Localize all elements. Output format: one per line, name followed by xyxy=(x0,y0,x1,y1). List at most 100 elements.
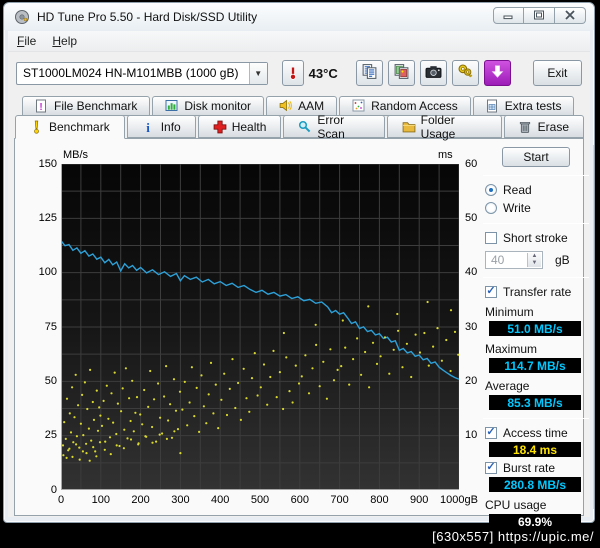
copy-image-button[interactable] xyxy=(387,60,415,86)
left-axis-tick: 150 xyxy=(38,157,57,170)
tab-row-primary: Benchmark i Info Health Error Scan Folder Usa… xyxy=(15,112,584,141)
right-axis-tick: 60 xyxy=(465,157,478,170)
burst-rate-label: Burst rate xyxy=(503,460,556,475)
short-stroke-size-row: 40 ▲ ▼ gB xyxy=(485,251,589,269)
benchmark-chart xyxy=(61,164,459,490)
tab-extra-tests[interactable]: Extra tests xyxy=(472,96,575,116)
tab-info[interactable]: i Info xyxy=(126,115,196,138)
benchmark-tab-panel: MB/s ms 150 125 100 75 50 25 0 60 50 40 30 20 10 0 100… xyxy=(14,138,594,529)
menu-bar: File Help xyxy=(8,31,590,52)
tab-label: Folder Usage xyxy=(420,112,456,141)
keys-button[interactable] xyxy=(451,60,479,86)
left-axis-tick: 50 xyxy=(44,374,57,387)
keys-icon xyxy=(457,63,474,83)
start-button[interactable]: Start xyxy=(502,147,570,167)
minimum-value: 51.0 MB/s xyxy=(489,321,581,336)
tab-label: Benchmark xyxy=(49,120,110,134)
burst-rate-value: 280.8 MB/s xyxy=(489,477,581,492)
tab-erase[interactable]: Erase xyxy=(503,115,584,138)
maximum-value: 114.7 MB/s xyxy=(489,358,581,373)
separator xyxy=(483,418,589,419)
transfer-rate-checkbox[interactable]: Transfer rate xyxy=(485,284,589,299)
tab-benchmark[interactable]: Benchmark xyxy=(15,115,125,139)
tab-label: Info xyxy=(160,119,181,134)
access-time-label: Access time xyxy=(503,425,568,440)
write-radio[interactable]: Write xyxy=(485,200,589,215)
chevron-down-icon: ▼ xyxy=(248,62,267,84)
x-axis-tick: 100 xyxy=(91,494,110,506)
copy-text-button[interactable] xyxy=(355,60,383,86)
right-axis-tick: 20 xyxy=(465,374,478,387)
copy-text-icon xyxy=(361,63,378,83)
tab-label: Random Access xyxy=(371,99,458,113)
tab-label: File Benchmark xyxy=(54,99,138,113)
checkbox-icon xyxy=(485,461,497,474)
maximize-icon xyxy=(533,7,545,25)
x-axis-tick: 200 xyxy=(131,494,150,506)
minimize-icon xyxy=(503,7,515,25)
short-stroke-label: Short stroke xyxy=(503,230,568,245)
tab-error-scan[interactable]: Error Scan xyxy=(283,112,385,141)
short-stroke-input[interactable]: 40 ▲ ▼ xyxy=(485,251,543,269)
drive-select[interactable]: ST1000LM024 HN-M101MBB (1000 gB) ▼ xyxy=(16,61,268,85)
download-button[interactable] xyxy=(483,60,511,86)
left-axis-tick: 0 xyxy=(50,483,57,496)
tab-label: Health xyxy=(231,119,267,134)
tab-disk-monitor[interactable]: Disk monitor xyxy=(152,96,265,116)
download-icon xyxy=(490,64,505,82)
right-axis-tick: 30 xyxy=(465,320,478,333)
tab-file-benchmark[interactable]: ! File Benchmark xyxy=(22,96,151,116)
app-window: HD Tune Pro 5.50 - Hard Disk/SSD Utility… xyxy=(3,2,595,529)
checkbox-icon xyxy=(485,285,497,298)
page-exclamation-icon: ! xyxy=(35,99,49,113)
tab-folder-usage[interactable]: Folder Usage xyxy=(386,112,502,141)
spinner-buttons[interactable]: ▲ ▼ xyxy=(527,253,541,267)
tab-label: Error Scan xyxy=(317,112,345,141)
titlebar[interactable]: HD Tune Pro 5.50 - Hard Disk/SSD Utility xyxy=(4,3,594,30)
transfer-rate-label: Transfer rate xyxy=(503,284,572,299)
checkbox-icon xyxy=(485,231,497,244)
short-stroke-checkbox[interactable]: Short stroke xyxy=(485,230,589,245)
watermark: [630x557] https://upic.me/ xyxy=(432,529,594,544)
short-stroke-unit: gB xyxy=(555,253,570,267)
toolbar-buttons xyxy=(355,60,511,86)
close-button[interactable] xyxy=(555,7,586,24)
menu-file[interactable]: File xyxy=(17,34,36,48)
cpu-usage-label: CPU usage xyxy=(485,498,547,512)
exit-button[interactable]: Exit xyxy=(532,60,582,86)
average-label: Average xyxy=(485,379,530,393)
short-stroke-value: 40 xyxy=(491,253,505,267)
svg-text:!: ! xyxy=(39,102,42,113)
info-icon: i xyxy=(142,120,156,135)
tab-row-secondary: ! File Benchmark Disk monitor AAM Random Acc… xyxy=(22,96,584,116)
left-axis-tick: 25 xyxy=(44,429,57,442)
app-icon xyxy=(14,9,30,25)
exclamation-icon xyxy=(30,120,44,134)
camera-button[interactable] xyxy=(419,60,447,86)
maximize-button[interactable] xyxy=(524,7,555,24)
thermometer-icon xyxy=(289,67,296,80)
close-icon xyxy=(564,7,576,25)
x-axis-tick: 500 xyxy=(250,494,270,506)
menu-help[interactable]: Help xyxy=(52,34,77,48)
temperature-button[interactable] xyxy=(281,60,304,86)
cross-icon xyxy=(213,120,227,134)
radio-icon xyxy=(485,201,497,214)
burst-rate-checkbox[interactable]: Burst rate xyxy=(485,460,589,475)
access-time-checkbox[interactable]: Access time xyxy=(485,425,589,440)
minimum-label: Minimum xyxy=(485,305,534,319)
tab-health[interactable]: Health xyxy=(197,115,282,138)
minimize-button[interactable] xyxy=(493,7,524,24)
separator xyxy=(483,175,589,176)
magnifier-icon xyxy=(298,120,312,134)
radio-icon xyxy=(485,183,497,196)
x-axis-tick: 300 xyxy=(171,494,190,506)
separator xyxy=(483,223,589,224)
panel-edge xyxy=(593,145,594,509)
tab-label: AAM xyxy=(298,99,325,113)
left-axis-tick: 100 xyxy=(38,266,57,279)
read-radio[interactable]: Read xyxy=(485,182,589,197)
left-axis-tick: 75 xyxy=(44,320,57,333)
bar-chart-icon xyxy=(165,99,179,113)
tab-label: Extra tests xyxy=(504,99,562,113)
